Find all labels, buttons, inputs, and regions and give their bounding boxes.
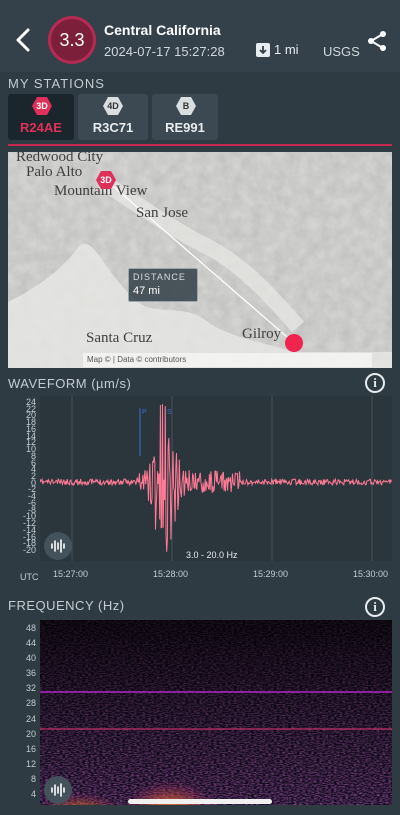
spectrogram-y-tick: 28 <box>25 698 36 709</box>
waveform-x-tick: 15:29:00 <box>253 569 289 579</box>
home-indicator[interactable] <box>128 799 272 804</box>
spectrogram-y-tick: 24 <box>25 713 36 724</box>
waveform-plot: PS 3.0 - 20.0 Hz <box>40 396 392 561</box>
map-attribution: Map © | Data © contributors <box>83 353 372 367</box>
spectrogram-y-tick: 16 <box>25 743 36 754</box>
spectrogram-y-tick: 12 <box>25 758 36 769</box>
waveform-trace <box>40 404 392 552</box>
spectrogram-y-tick: 36 <box>25 668 36 679</box>
magnitude-value: 3.3 <box>59 29 85 50</box>
station-code: R24AE <box>20 120 62 135</box>
waveform-svg: PS <box>40 396 392 561</box>
depth-value: 1 mi <box>274 42 299 57</box>
station-code: RE991 <box>165 120 205 135</box>
place-label: Gilroy <box>242 326 282 342</box>
spectrogram-plot <box>40 620 392 805</box>
station-tab-re991[interactable]: B RE991 <box>152 94 218 140</box>
station-tabs: 3D R24AE 4D R3C71 B RE991 <box>8 94 218 142</box>
waveform-x-tick: 15:27:00 <box>53 569 89 579</box>
station-map[interactable]: Redwood City Palo Alto Mountain View San… <box>8 152 392 368</box>
spectrogram-y-tick: 44 <box>25 638 36 649</box>
magnitude-badge: 3.3 <box>48 16 96 64</box>
station-badge: 4D <box>103 97 123 115</box>
utc-label: UTC <box>20 572 39 582</box>
spectrogram-y-tick: 40 <box>25 653 36 664</box>
station-tab-r24ae[interactable]: 3D R24AE <box>8 94 74 140</box>
waveform-audio-icon[interactable] <box>44 532 72 560</box>
place-label: San Jose <box>136 205 189 221</box>
waveform-x-tick: 15:30:00 <box>353 569 389 579</box>
waveform-info-icon[interactable]: i <box>365 373 385 393</box>
event-depth: 1 mi <box>256 42 299 57</box>
event-region: Central California <box>104 22 221 38</box>
tab-underline <box>8 144 392 146</box>
station-badge: 3D <box>32 97 52 115</box>
waveform-heading: WAVEFORM (µm/s) <box>8 376 132 391</box>
my-stations-heading: MY STATIONS <box>8 76 105 91</box>
depth-arrow-icon <box>256 42 270 57</box>
spectrogram-svg <box>40 620 392 805</box>
back-arrow-icon[interactable] <box>12 26 36 54</box>
distance-value: 47 mi <box>133 285 160 297</box>
spectrogram-y-tick: 8 <box>30 773 36 784</box>
data-source: USGS <box>323 44 360 59</box>
spectrogram-y-tick: 4 <box>30 789 36 799</box>
frequency-info-icon[interactable]: i <box>365 597 385 617</box>
station-tab-r3c71[interactable]: 4D R3C71 <box>78 94 148 140</box>
header-bar: 3.3 Central California 2024-07-17 15:27:… <box>0 0 400 72</box>
share-icon[interactable] <box>366 30 388 52</box>
phase-marker-label: S <box>167 409 172 416</box>
phase-marker-label: P <box>142 409 147 416</box>
waveform-y-tick: -20 <box>22 545 36 555</box>
spectrogram-y-tick: 32 <box>25 683 36 694</box>
spectrogram-y-tick: 48 <box>25 623 36 633</box>
place-label: Palo Alto <box>26 164 83 180</box>
distance-label: DISTANCE <box>133 272 186 282</box>
waveform-x-tick: 15:28:00 <box>153 569 189 579</box>
epicenter-marker[interactable] <box>285 334 303 352</box>
distance-box: DISTANCE 47 mi <box>128 268 198 302</box>
event-timestamp: 2024-07-17 15:27:28 <box>104 44 225 59</box>
frequency-heading: FREQUENCY (Hz) <box>8 598 125 613</box>
spectrogram-y-tick: 20 <box>25 728 36 739</box>
spectrogram-audio-icon[interactable] <box>44 776 72 804</box>
place-label: Santa Cruz <box>86 330 153 346</box>
filter-label: 3.0 - 20.0 Hz <box>184 550 240 560</box>
station-code: R3C71 <box>92 120 134 135</box>
station-badge: B <box>176 97 196 115</box>
